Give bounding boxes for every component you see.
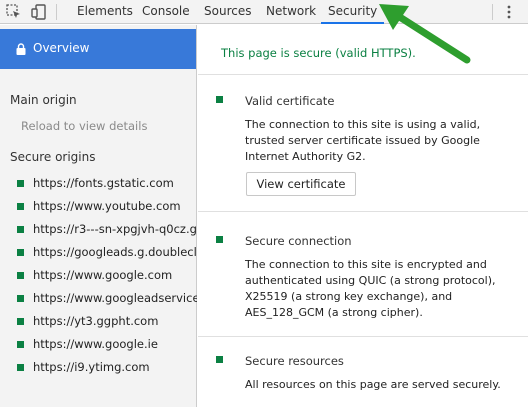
origin-url: https://www.googleadservices.com (33, 291, 197, 305)
origin-item[interactable]: https://www.googleadservices.com (17, 291, 197, 307)
annotation-arrow-icon (379, 4, 471, 64)
tab-network[interactable]: Network (266, 0, 316, 24)
sidebar-item-label: Overview (33, 41, 90, 55)
origin-url: https://yt3.ggpht.com (33, 314, 159, 328)
origin-item[interactable]: https://googleads.g.doubleclick.net (17, 245, 197, 261)
toolbar-divider (492, 4, 493, 20)
origin-url: https://www.google.ie (33, 337, 158, 351)
secure-dot-icon (17, 226, 24, 233)
reload-hint: Reload to view details (21, 119, 148, 133)
secure-dot-icon (17, 318, 24, 325)
origin-item[interactable]: https://i9.ytimg.com (17, 360, 197, 376)
secure-status-icon (216, 96, 223, 103)
section-title: Valid certificate (245, 94, 335, 108)
sidebar-item-overview[interactable]: Overview (0, 29, 196, 69)
main-origin-heading: Main origin (10, 93, 77, 107)
section-title: Secure resources (245, 354, 344, 368)
origin-item[interactable]: https://www.youtube.com (17, 199, 197, 215)
inspect-element-icon[interactable] (5, 3, 23, 21)
certificate-section: Valid certificate The connection to this… (198, 76, 528, 212)
secure-origins-heading: Secure origins (10, 150, 96, 164)
section-description: All resources on this page are served se… (245, 378, 501, 391)
origin-url: https://www.google.com (33, 268, 173, 282)
section-title: Secure connection (245, 234, 352, 248)
origin-url: https://i9.ytimg.com (33, 360, 150, 374)
origin-item[interactable]: https://www.google.ie (17, 337, 197, 353)
origin-url: https://googleads.g.doubleclick.net (33, 245, 197, 259)
origin-item[interactable]: https://r3---sn-xpgjvh-q0cz.googlevideo.… (17, 222, 197, 238)
origin-item[interactable]: https://yt3.ggpht.com (17, 314, 197, 330)
secure-dot-icon (17, 249, 24, 256)
origin-url: https://www.youtube.com (33, 199, 181, 213)
section-description: The connection to this site is using a v… (245, 118, 481, 163)
origin-item[interactable]: https://www.google.com (17, 268, 197, 284)
security-overview-panel: This page is secure (valid HTTPS). Valid… (198, 25, 528, 407)
view-certificate-button[interactable]: View certificate (246, 172, 356, 196)
secure-dot-icon (17, 341, 24, 348)
connection-section: Secure connection The connection to this… (198, 213, 528, 337)
section-description: The connection to this site is encrypted… (245, 258, 496, 319)
device-toolbar-icon[interactable] (30, 3, 48, 21)
origin-url: https://r3---sn-xpgjvh-q0cz.googlevideo.… (33, 222, 197, 236)
toolbar-divider (56, 4, 57, 20)
secure-dot-icon (17, 272, 24, 279)
kebab-menu-icon[interactable] (503, 4, 515, 20)
tab-console[interactable]: Console (142, 0, 190, 24)
secure-status-icon (216, 236, 223, 243)
tab-elements[interactable]: Elements (77, 0, 133, 24)
origin-url: https://fonts.gstatic.com (33, 176, 174, 190)
tab-sources[interactable]: Sources (204, 0, 251, 24)
lock-icon (16, 43, 26, 55)
origin-item[interactable]: https://fonts.gstatic.com (17, 176, 197, 192)
secure-dot-icon (17, 364, 24, 371)
secure-dot-icon (17, 295, 24, 302)
secure-status-icon (216, 356, 223, 363)
secure-dot-icon (17, 180, 24, 187)
security-sidebar: Overview Main origin Reload to view deta… (0, 25, 197, 407)
security-summary-banner: This page is secure (valid HTTPS). (198, 25, 528, 75)
resources-section: Secure resources All resources on this p… (198, 338, 528, 407)
secure-dot-icon (17, 203, 24, 210)
